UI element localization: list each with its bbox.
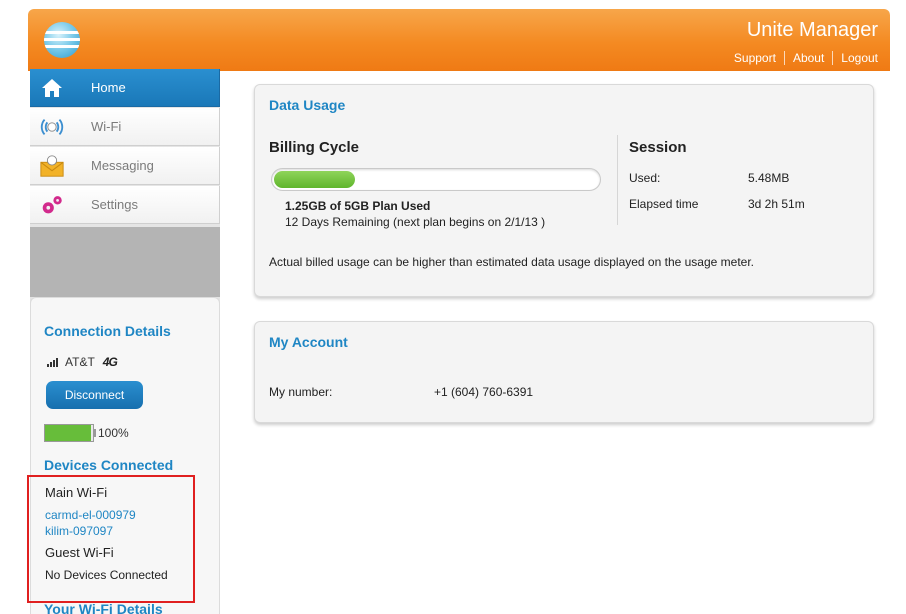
device-link[interactable]: carmd-el-000979 [45,508,136,522]
session-title: Session [629,139,687,156]
carrier-row: AT&T 4G [47,355,118,369]
guest-wifi-label: Guest Wi-Fi [45,545,114,560]
usage-disclaimer: Actual billed usage can be higher than e… [269,255,754,269]
my-number-value: +1 (604) 760-6391 [434,385,534,399]
device-link[interactable]: kilim-097097 [45,524,113,538]
plan-used-text: 1.25GB of 5GB Plan Used [285,199,431,213]
nav-item-settings[interactable]: Settings [30,186,220,224]
my-account-title: My Account [269,334,348,350]
battery-percent: 100% [98,426,129,440]
network-4g-badge: 4G [102,355,118,369]
devices-connected-title: Devices Connected [44,457,174,473]
battery-level-fill [45,425,92,441]
usage-meter-fill [274,171,355,188]
signal-bars-icon [47,357,58,367]
sidebar-spacer [30,227,220,297]
disconnect-button[interactable]: Disconnect [46,381,143,409]
nav-item-wifi[interactable]: Wi-Fi [30,108,220,146]
battery-icon [44,424,94,442]
nav-item-home[interactable]: Home [30,69,220,107]
nav-item-messaging[interactable]: Messaging [30,147,220,185]
days-remaining-text: 12 Days Remaining (next plan begins on 2… [285,215,546,229]
nav-label-home: Home [91,80,126,95]
my-account-card: My Account My number: +1 (604) 760-6391 [254,321,874,423]
about-link[interactable]: About [783,51,832,65]
data-usage-card: Data Usage Billing Cycle 1.25GB of 5GB P… [254,84,874,297]
logout-link[interactable]: Logout [832,51,878,65]
session-used-label: Used: [629,171,661,185]
app-header: Unite Manager Support About Logout [28,9,890,71]
main-wifi-label: Main Wi-Fi [45,485,108,500]
home-icon [39,75,65,101]
battery-tip [93,429,96,437]
envelope-icon [39,153,65,179]
data-usage-title: Data Usage [269,97,346,113]
carrier-name: AT&T [65,355,95,369]
connection-details-title: Connection Details [44,323,171,339]
your-wifi-details-title: Your Wi-Fi Details [44,601,163,614]
support-link[interactable]: Support [726,51,784,65]
billing-cycle-title: Billing Cycle [269,139,360,156]
guest-devices-status: No Devices Connected [45,568,168,582]
usage-meter [271,168,601,191]
nav-label-wifi: Wi-Fi [91,119,122,134]
elapsed-time-value: 3d 2h 51m [748,197,805,211]
elapsed-time-label: Elapsed time [629,197,699,211]
session-used-value: 5.48MB [748,171,790,185]
nav-label-messaging: Messaging [91,158,154,173]
nav-label-settings: Settings [91,197,138,212]
session-divider [617,135,618,225]
app-title: Unite Manager [746,19,878,41]
wifi-icon [39,114,65,140]
gear-icon [39,192,65,218]
my-number-label: My number: [269,385,333,399]
top-links: Support About Logout [726,51,878,65]
att-logo-icon [44,22,80,58]
